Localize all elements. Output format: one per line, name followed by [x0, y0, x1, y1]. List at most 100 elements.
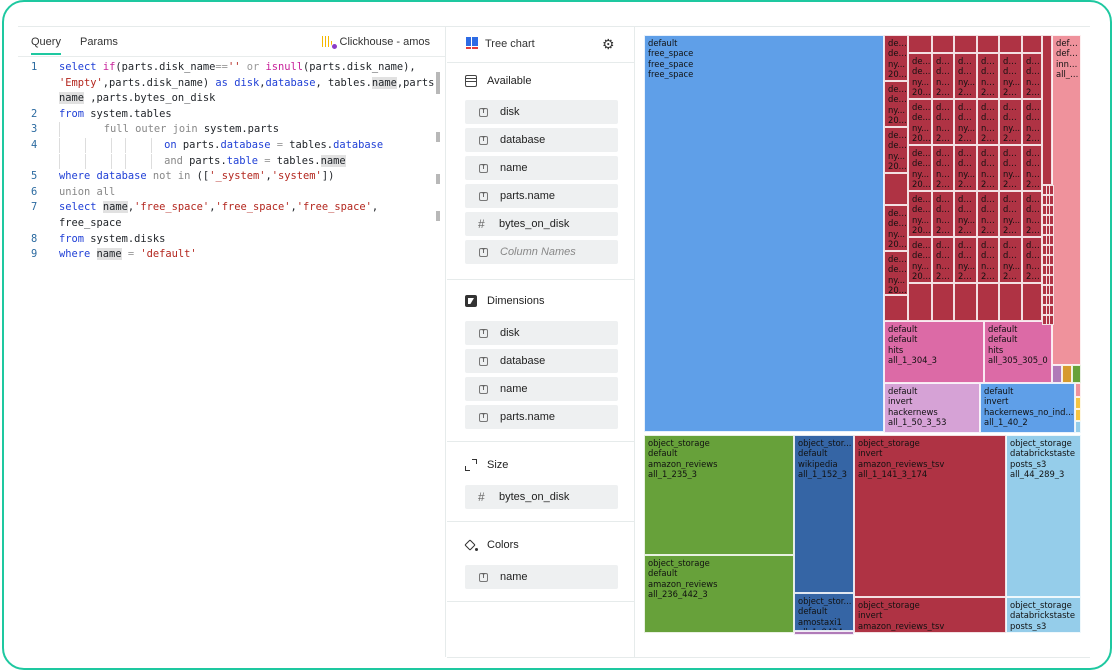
treemap-small-cell[interactable]: de...de...ny...20... [954, 191, 977, 237]
treemap-small-cell[interactable] [932, 35, 954, 53]
treemap-small-cell[interactable]: de...de...ny...20... [1022, 99, 1042, 145]
treemap-small-cell[interactable] [1049, 305, 1054, 315]
treemap-small-cell[interactable]: de...de...ny...20... [999, 145, 1022, 191]
treemap-small-cell[interactable]: de...de...ny...20... [954, 53, 977, 99]
treemap-cell[interactable]: default default hits all_305_305_0 [984, 321, 1052, 383]
treemap-cell[interactable]: object_storageinvertamazon_reviews_tsval… [854, 435, 1006, 597]
treemap-small-cell[interactable]: def... def... ny... 20... [884, 127, 908, 173]
treemap-small-cell[interactable]: de...de...ny...20... [932, 145, 954, 191]
field-pill-parts-name[interactable]: Tparts.name [465, 184, 618, 208]
treemap-small-cell[interactable] [1042, 35, 1052, 185]
treemap-small-cell[interactable]: de...de...ny...20... [977, 53, 999, 99]
tab-query[interactable]: Query [31, 36, 61, 55]
treemap-small-cell[interactable] [954, 283, 977, 321]
treemap-small-cell[interactable] [932, 283, 954, 321]
field-pill-database[interactable]: Tdatabase [465, 128, 618, 152]
treemap-small-cell[interactable]: de...de...ny...20... [999, 53, 1022, 99]
treemap-small-cell[interactable]: de...de...ny...20... [954, 237, 977, 283]
treemap-small-cell[interactable]: de...de...ny...20... [1022, 237, 1042, 283]
treemap-cell[interactable]: default invert hackernews all_1_50_3_53 [884, 383, 980, 433]
color-pill-name[interactable]: Tname [465, 565, 618, 589]
treemap-cell[interactable]: default free_space free_space free_space [644, 35, 884, 432]
treemap-small-cell[interactable]: de...de...ny...20... [999, 99, 1022, 145]
field-pill-name[interactable]: Tname [465, 156, 618, 180]
dimension-pill-parts-name[interactable]: Tparts.name [465, 405, 618, 429]
treemap-small-cell[interactable]: de...de...ny...20... [932, 237, 954, 283]
treemap-small-cell[interactable] [884, 173, 908, 205]
treemap-cell[interactable]: object_storagedatabrickstasteposts_s3all… [1006, 435, 1081, 597]
treemap-cell[interactable]: object_storage default amazon_reviews all_2… [644, 555, 794, 633]
treemap-cell[interactable]: defa...defa...inne...all_1... [1052, 35, 1081, 365]
treemap-small-cell[interactable] [954, 35, 977, 53]
treemap-small-cell[interactable] [1049, 295, 1054, 305]
treemap-small-cell[interactable]: de...de...ny...20... [1022, 53, 1042, 99]
field-pill-bytes-on-disk[interactable]: # bytes_on_disk [465, 212, 618, 236]
treemap-cell[interactable]: default default hits all_1_304_3 [884, 321, 984, 383]
treemap-small-cell[interactable] [1049, 195, 1054, 205]
treemap-small-cell[interactable] [908, 283, 932, 321]
treemap-small-cell[interactable]: de...de...ny...20... [954, 99, 977, 145]
treemap-small-cell[interactable] [908, 35, 932, 53]
dimension-pill-disk[interactable]: Tdisk [465, 321, 618, 345]
treemap-small-cell[interactable]: de...de...ny...20... [977, 191, 999, 237]
treemap-small-cell[interactable]: def... def... ny... 20... [884, 205, 908, 251]
treemap-small-cell[interactable]: de...de...ny...20... [977, 99, 999, 145]
treemap-small-cell[interactable] [1062, 365, 1072, 383]
treemap-small-cell[interactable] [977, 283, 999, 321]
dimension-pill-database[interactable]: Tdatabase [465, 349, 618, 373]
treemap-small-cell[interactable] [1049, 205, 1054, 215]
editor-scroll-marker[interactable] [436, 72, 440, 94]
treemap-small-cell[interactable] [1049, 215, 1054, 225]
treemap-small-cell[interactable] [1022, 35, 1042, 53]
treemap-small-cell[interactable] [1049, 275, 1054, 285]
treemap-small-cell[interactable] [1049, 185, 1054, 195]
treemap-cell[interactable]: object_storageinvertamazon_reviews_tsval… [854, 597, 1006, 633]
treemap-small-cell[interactable] [1075, 409, 1081, 421]
treemap-small-cell[interactable] [999, 283, 1022, 321]
dimension-pill-name[interactable]: Tname [465, 377, 618, 401]
size-pill-bytes-on-disk[interactable]: # bytes_on_disk [465, 485, 618, 509]
treemap-small-cell[interactable] [999, 35, 1022, 53]
treemap-cell[interactable]: default invert hackernews_no_ind... all_1_4… [980, 383, 1075, 433]
field-pill-column-names[interactable]: T Column Names [465, 240, 618, 264]
treemap-small-cell[interactable] [1075, 421, 1081, 433]
treemap-small-cell[interactable]: de...de...ny...20... [977, 145, 999, 191]
treemap-chart[interactable]: default free_space free_space free_space def… [644, 35, 1081, 635]
field-pill-disk[interactable]: Tdisk [465, 100, 618, 124]
treemap-small-cell[interactable]: def... def... ny... 20... [884, 81, 908, 127]
gear-icon[interactable]: ⚙ [602, 36, 615, 53]
treemap-small-cell[interactable]: de...de...ny...20... [954, 145, 977, 191]
treemap-small-cell[interactable]: de...de...ny...20... [908, 99, 932, 145]
treemap-small-cell[interactable] [977, 35, 999, 53]
treemap-small-cell[interactable]: de...de...ny...20... [977, 237, 999, 283]
treemap-small-cell[interactable]: def... def... ny... 20... [884, 251, 908, 295]
treemap-small-cell[interactable] [794, 631, 854, 635]
treemap-small-cell[interactable]: de...de...ny...20... [999, 191, 1022, 237]
treemap-small-cell[interactable]: de...de...ny...20... [908, 145, 932, 191]
tab-params[interactable]: Params [80, 36, 118, 48]
treemap-small-cell[interactable]: de...de...ny...20... [932, 191, 954, 237]
treemap-small-cell[interactable] [884, 295, 908, 321]
editor-scroll-marker[interactable] [436, 174, 440, 184]
treemap-small-cell[interactable]: de...de...ny...20... [932, 53, 954, 99]
treemap-small-cell[interactable] [1075, 397, 1081, 409]
treemap-small-cell[interactable] [1049, 265, 1054, 275]
treemap-small-cell[interactable]: de...de...ny...20... [908, 237, 932, 283]
treemap-cell[interactable]: object_stor...defaultamostaxi1all_1_8434… [794, 593, 854, 631]
treemap-small-cell[interactable]: de...de...ny...20... [908, 191, 932, 237]
treemap-small-cell[interactable]: de...de...ny...20... [932, 99, 954, 145]
editor-scroll-marker[interactable] [436, 132, 440, 142]
treemap-cell[interactable]: object_stor... default wikipedia all_1_152_… [794, 435, 854, 593]
treemap-small-cell[interactable]: de...de...ny...20... [999, 237, 1022, 283]
treemap-small-cell[interactable] [1072, 365, 1081, 383]
treemap-small-cell[interactable]: de...de...ny...20... [1022, 191, 1042, 237]
treemap-small-cell[interactable] [1052, 365, 1062, 383]
treemap-small-cell[interactable] [1049, 225, 1054, 235]
chart-type-selector[interactable]: Tree chart ⚙ [447, 27, 635, 63]
treemap-small-cell[interactable] [1049, 245, 1054, 255]
treemap-small-cell[interactable] [1075, 383, 1081, 397]
treemap-small-cell[interactable] [1049, 235, 1054, 245]
editor-scroll-marker[interactable] [436, 211, 440, 221]
treemap-small-cell[interactable] [1049, 315, 1054, 325]
connection-selector[interactable]: Clickhouse - amos [321, 35, 430, 50]
